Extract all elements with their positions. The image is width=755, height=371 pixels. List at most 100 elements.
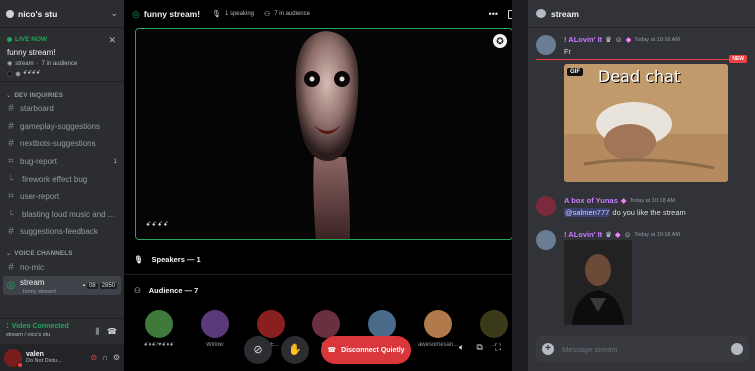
- voice-channel-stream[interactable]: ◎ stream funny stream! ▪ 08 2850: [3, 276, 121, 296]
- channel-starboard[interactable]: # starboard: [0, 100, 124, 118]
- mic-muted-icon[interactable]: ⊘: [90, 353, 97, 362]
- live-now-label: LIVE NOW: [7, 36, 118, 43]
- face-icon: ☺: [614, 35, 623, 44]
- disconnect-quietly-button[interactable]: ☎ Disconnect Quietly: [321, 336, 411, 364]
- raise-hand-button[interactable]: ✋: [281, 336, 309, 364]
- focus-icon[interactable]: ✪: [493, 34, 507, 48]
- live-stream-title: funny stream!: [7, 48, 56, 57]
- user-mention[interactable]: @salmen777: [564, 208, 611, 217]
- chevron-down-icon: ⌄: [6, 91, 12, 99]
- fullscreen-icon[interactable]: ⛶: [495, 342, 501, 353]
- category-voice-channels[interactable]: ⌄ VOICE CHANNELS: [0, 249, 124, 259]
- photo-image: [564, 240, 632, 325]
- channel-sidebar: nico's stu ⌄ LIVE NOW ✕ funny stream! ◉ …: [0, 0, 124, 371]
- gif-attachment[interactable]: GIF Dead chat: [564, 64, 728, 182]
- avatar[interactable]: [536, 196, 556, 216]
- chat-message[interactable]: ! ALovin' It ♛ ◆ ☺ Today at 10:18 AM: [536, 230, 748, 250]
- user-name: valen: [26, 351, 44, 358]
- live-channel: stream: [15, 60, 34, 67]
- avatar: [256, 310, 285, 338]
- thread-firework-effect-bug[interactable]: └ firework effect bug: [0, 170, 124, 188]
- member-name: awesomesari...: [417, 342, 459, 348]
- avatar[interactable]: [536, 35, 556, 55]
- soundboard-icon[interactable]: ⫼: [95, 327, 99, 337]
- message-author[interactable]: A box of Yunas: [564, 196, 618, 205]
- stage-icon: ◎: [132, 8, 140, 19]
- volume-icon[interactable]: 🔈︎: [459, 342, 464, 353]
- chat-message[interactable]: A box of Yunas ◆ Today at 10:18 AM @salm…: [536, 196, 748, 217]
- channel-label: nextbots-suggestions: [20, 139, 96, 149]
- voice-connection-bar: ⁚ Video Connected stream / nico's stu ⫼ …: [0, 318, 124, 343]
- live-now-panel[interactable]: LIVE NOW ✕ funny stream! ◉ stream · 7 in…: [0, 28, 124, 82]
- audience-member[interactable]: ꗃ♦ꗃ/♥ꗃ♦ꗃ: [134, 310, 184, 360]
- avatar[interactable]: [536, 230, 556, 250]
- chevron-down-icon: ⌄: [110, 8, 118, 18]
- channel-subtitle: funny stream!: [23, 289, 57, 296]
- message-header: A box of Yunas ◆ Today at 10:18 AM: [564, 196, 748, 205]
- message-author[interactable]: ! ALovin' It: [564, 35, 602, 44]
- voice-channel-no-mic[interactable]: # no-mic: [0, 259, 124, 277]
- image-attachment[interactable]: [564, 240, 632, 325]
- crown-icon: ♛: [605, 35, 612, 44]
- audience-member[interactable]: awesomesari...: [413, 310, 463, 360]
- avatar[interactable]: [4, 348, 23, 368]
- gif-badge: GIF: [567, 68, 583, 76]
- headphone-icon[interactable]: ∩: [102, 353, 108, 362]
- phone-hangup-icon: ☎: [327, 347, 337, 354]
- avatar: [200, 310, 229, 338]
- message-author[interactable]: ! ALovin' It: [564, 230, 602, 239]
- message-text: @salmen777 do you like the stream: [564, 208, 748, 217]
- more-icon[interactable]: •••: [489, 9, 498, 19]
- message-text-rest: do you like the stream: [610, 208, 686, 217]
- popout-icon[interactable]: ⧉: [476, 342, 482, 353]
- channel-label: user-report: [20, 192, 60, 202]
- video-user-tag: ꗃꗃꗃꗃ: [146, 222, 170, 228]
- thread-blasting-loud-music[interactable]: └ blasting loud music and ...: [0, 206, 124, 224]
- new-messages-divider: [536, 59, 747, 60]
- user-panel: valen Do Not Distu... ⊘ ∩ ⚙: [0, 344, 124, 371]
- camera-off-button[interactable]: ⊘: [244, 336, 272, 364]
- channel-nextbots-suggestions[interactable]: # nextbots-suggestions: [0, 135, 124, 153]
- divider: [124, 274, 527, 275]
- gear-icon[interactable]: ⚙: [113, 353, 120, 362]
- user-info[interactable]: valen Do Not Distu...: [26, 351, 86, 364]
- voice-status-label: Video Connected: [11, 322, 69, 330]
- server-name: nico's stu: [18, 8, 58, 19]
- message-input-bar[interactable]: + Message stream: [536, 336, 749, 362]
- mic-icon: 🎙︎: [134, 254, 144, 264]
- category-dev-inquiries[interactable]: ⌄ DEV INQUIRIES: [0, 90, 124, 100]
- audience-section[interactable]: ⚇ Audience — 7 ⌄: [124, 276, 527, 304]
- message-timestamp: Today at 10:18 AM: [629, 197, 676, 204]
- live-meta: ◉ stream · 7 in audience: [7, 60, 118, 68]
- message-input[interactable]: Message stream: [562, 345, 723, 354]
- scrollbar-gutter[interactable]: [512, 0, 528, 371]
- server-header[interactable]: nico's stu ⌄: [0, 0, 124, 28]
- chevron-down-icon: ⌄: [6, 250, 12, 258]
- channel-label: gameplay-suggestions: [20, 121, 101, 131]
- disconnect-icon[interactable]: ☎: [107, 327, 117, 337]
- thread-branch-icon: └: [8, 209, 14, 219]
- audience-member[interactable]: Willow: [190, 310, 240, 360]
- message-timestamp: Today at 10:18 AM: [634, 231, 680, 238]
- channel-suggestions-feedback[interactable]: # suggestions-feedback: [0, 223, 124, 241]
- chat-message[interactable]: ! ALovin' It ♛ ☺ ◆ Today at 10:16 AM Fr: [536, 35, 748, 56]
- server-icon: [6, 9, 14, 18]
- stream-title: funny stream!: [143, 9, 201, 19]
- channel-bug-report[interactable]: ⌗ bug-report 1: [0, 153, 124, 171]
- stream-video[interactable]: ✪ ꗃꗃꗃꗃ: [135, 28, 513, 240]
- channel-label: no-mic: [20, 263, 45, 273]
- emoji-icon[interactable]: [731, 343, 743, 355]
- message-header: ! ALovin' It ♛ ◆ ☺ Today at 10:18 AM: [564, 230, 748, 239]
- speakers-section[interactable]: 🎙︎ Speakers — 1 ⌄: [124, 245, 527, 273]
- add-attachment-icon[interactable]: +: [542, 343, 554, 355]
- channel-gameplay-suggestions[interactable]: # gameplay-suggestions: [0, 118, 124, 136]
- channel-user-report[interactable]: ⌗ user-report: [0, 188, 124, 206]
- audience-label: Audience — 7: [148, 285, 199, 295]
- stream-controls: ⊘: [244, 336, 272, 364]
- hash-icon: #: [8, 262, 14, 274]
- thread-label: firework effect bug: [22, 174, 88, 184]
- gem-icon: ◆: [625, 35, 632, 44]
- gif-caption: Dead chat: [598, 67, 681, 86]
- close-icon[interactable]: ✕: [108, 35, 116, 46]
- stream-view: ◎ funny stream! 🎙︎ 1 speaking ⚇ 7 in aud…: [124, 0, 527, 371]
